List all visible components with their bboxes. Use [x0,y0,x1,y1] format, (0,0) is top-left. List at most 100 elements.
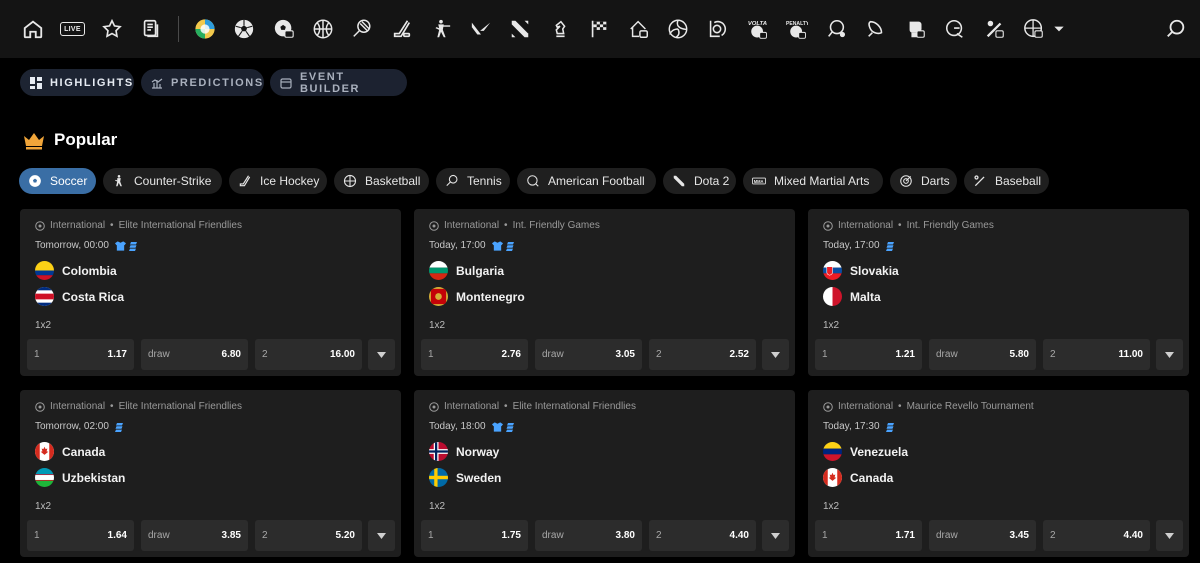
stats-icon[interactable] [505,422,515,432]
sport-chip-label: Ice Hockey [260,174,320,188]
match-card[interactable]: International • Elite International Frie… [20,209,401,376]
tab-event-builder[interactable]: EVENT BUILDER [270,69,407,96]
volta-icon[interactable]: VOLTA [745,17,771,41]
chess-icon[interactable] [548,17,572,41]
popular-title: Popular [54,130,118,149]
more-markets-button[interactable] [762,339,789,370]
market-label: 1x2 [823,501,840,512]
odds-button-home[interactable]: 1 1.71 [815,520,922,551]
more-markets-button[interactable] [1156,339,1183,370]
stats-icon[interactable] [885,241,895,251]
odds-value: 1.75 [501,530,521,541]
stats-icon[interactable] [885,422,895,432]
odds-button-home[interactable]: 1 1.75 [421,520,528,551]
soccer-esports-icon[interactable] [272,17,296,41]
sport-chip-american-football[interactable]: American Football [517,168,656,194]
sport-chip-counter-strike[interactable]: Counter-Strike [103,168,222,194]
soccer-icon [28,174,42,188]
match-card[interactable]: International • Elite International Frie… [414,390,795,557]
away-team: Montenegro [429,287,525,306]
market-label: 1x2 [35,501,52,512]
odds-value: 2.52 [729,349,749,360]
odds-label: draw [148,530,170,541]
match-time: Tomorrow, 02:00 [35,421,109,432]
stats-icon[interactable] [114,422,124,432]
odds-button-home[interactable]: 1 1.21 [815,339,922,370]
baseball-icon[interactable] [983,17,1007,41]
sport-chip-soccer[interactable]: Soccer [19,168,96,194]
golf-icon[interactable] [943,17,967,41]
table-tennis-icon[interactable] [824,17,848,41]
sport-chip-ice-hockey[interactable]: Ice Hockey [229,168,327,194]
racing-flag-icon[interactable] [587,17,611,41]
match-card[interactable]: International • Int. Friendly Games Toda… [808,209,1189,376]
odds-button-home[interactable]: 1 1.64 [27,520,134,551]
more-markets-button[interactable] [368,520,395,551]
league-of-legends-icon[interactable] [705,17,729,41]
sport-chip-basketball[interactable]: Basketball [334,168,429,194]
more-markets-button[interactable] [762,520,789,551]
soccer-icon[interactable] [232,17,256,41]
more-markets-button[interactable] [368,339,395,370]
sport-chip-dota-2[interactable]: Dota 2 [663,168,736,194]
cyber-basketball-icon[interactable] [1022,17,1046,41]
odds-label: 2 [262,530,268,541]
league-region: International [50,401,106,412]
odds-button-away[interactable]: 2 4.40 [649,520,756,551]
league-breadcrumb: International • Int. Friendly Games [823,220,994,231]
odds-button-draw[interactable]: draw 5.80 [929,339,1036,370]
odds-button-home[interactable]: 1 2.76 [421,339,528,370]
match-card[interactable]: International • Maurice Revello Tourname… [808,390,1189,557]
more-markets-button[interactable] [1156,520,1183,551]
odds-button-away[interactable]: 2 4.40 [1043,520,1150,551]
home-icon[interactable] [21,17,45,41]
odds-label: 1 [34,349,40,360]
sport-chip-label: Mixed Martial Arts [774,174,870,188]
live-icon[interactable]: LIVE [60,22,85,36]
betslip-icon[interactable] [139,17,163,41]
star-icon[interactable] [100,17,124,41]
sport-chip-baseball[interactable]: Baseball [964,168,1049,194]
soccer-icon [429,220,439,231]
tab-highlights[interactable]: HIGHLIGHTS [20,69,134,96]
counter-strike-icon[interactable] [429,17,453,41]
home-team: Venezuela [823,442,908,461]
sport-chip-tennis[interactable]: Tennis [436,168,510,194]
tab-predictions[interactable]: PREDICTIONS [141,69,264,96]
odds-button-draw[interactable]: draw 3.80 [535,520,642,551]
dota-icon[interactable] [508,17,532,41]
sport-chip-mixed-martial-arts[interactable]: MMA Mixed Martial Arts [743,168,883,194]
stats-icon[interactable] [128,241,138,251]
hockey-icon[interactable] [390,17,414,41]
odds-button-away[interactable]: 2 11.00 [1043,339,1150,370]
virtual-icon[interactable] [627,17,651,41]
sport-chip-darts[interactable]: Darts [890,168,957,194]
boxing-icon[interactable] [904,17,928,41]
odds-button-draw[interactable]: draw 3.05 [535,339,642,370]
odds-value: 3.80 [615,530,635,541]
search-icon[interactable] [1164,17,1188,41]
basketball-icon[interactable] [311,17,335,41]
flag-sweden-icon [429,468,448,487]
volleyball-icon[interactable] [666,17,690,41]
odds-button-draw[interactable]: draw 6.80 [141,339,248,370]
badminton-icon[interactable] [864,17,888,41]
stats-icon[interactable] [505,241,515,251]
odds-button-away[interactable]: 2 16.00 [255,339,362,370]
penalty-icon[interactable]: PENALTY [784,17,810,41]
odds-label: 1 [428,349,434,360]
tennis-icon[interactable] [350,17,374,41]
match-card[interactable]: International • Int. Friendly Games Toda… [414,209,795,376]
all-sports-icon[interactable] [193,17,217,41]
odds-button-draw[interactable]: draw 3.85 [141,520,248,551]
odds-button-home[interactable]: 1 1.17 [27,339,134,370]
match-card[interactable]: International • Elite International Frie… [20,390,401,557]
valorant-icon[interactable] [469,17,493,41]
flag-venezuela-icon [823,442,842,461]
sport-chip-label: Soccer [50,174,88,188]
odds-button-draw[interactable]: draw 3.45 [929,520,1036,551]
more-chevron-icon[interactable] [1052,17,1066,41]
away-team-name: Canada [850,470,894,485]
odds-button-away[interactable]: 2 5.20 [255,520,362,551]
odds-button-away[interactable]: 2 2.52 [649,339,756,370]
